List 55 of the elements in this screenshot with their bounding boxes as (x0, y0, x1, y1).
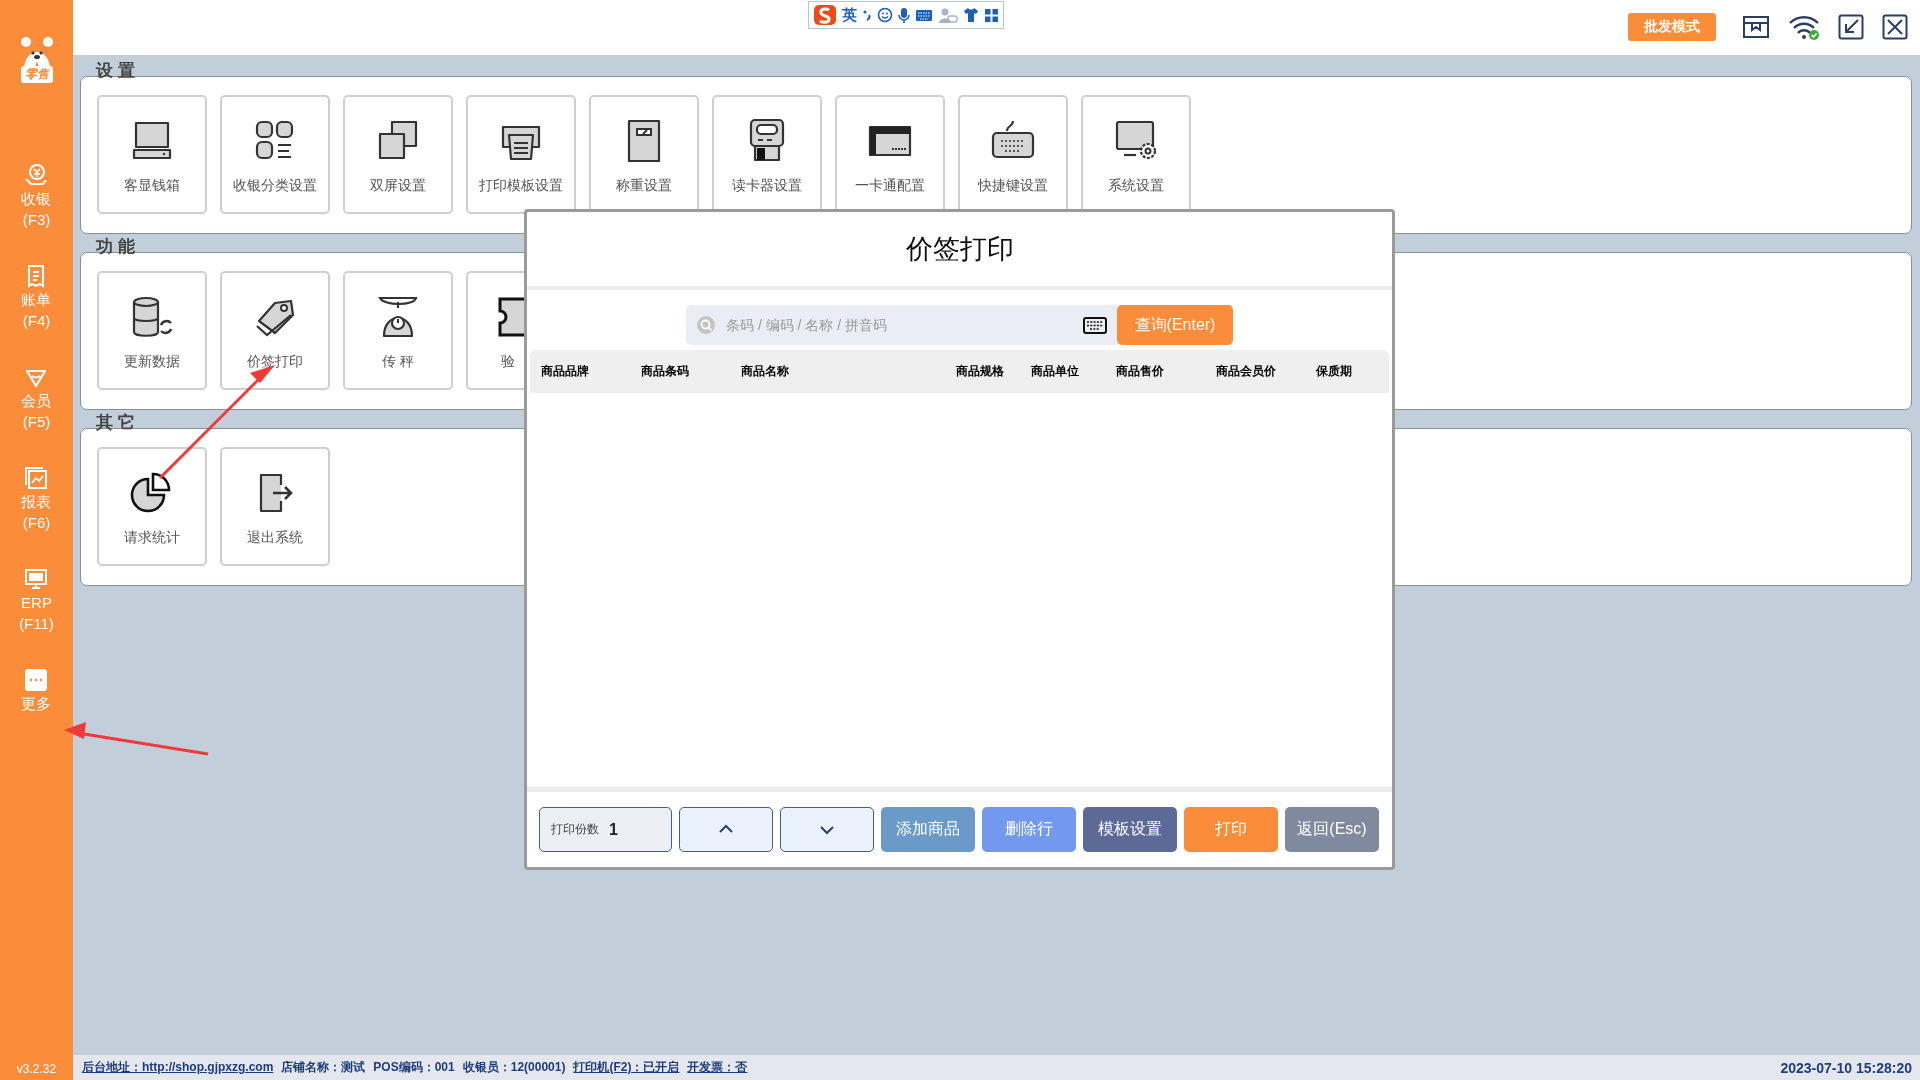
function-tile[interactable]: 收银分类设置 (220, 95, 330, 214)
report-icon (24, 466, 49, 490)
function-tile[interactable]: 价签打印 (220, 271, 330, 390)
cashier-icon (24, 163, 49, 187)
column-header: 商品会员价 (1216, 363, 1276, 380)
datetime-text: 2023-07-10 15:28:20 (1780, 1059, 1912, 1076)
column-header: 商品条码 (641, 363, 689, 380)
function-tile[interactable]: 更新数据 (97, 271, 207, 390)
dialog-title: 价签打印 (527, 212, 1392, 290)
column-header: 保质期 (1316, 363, 1352, 380)
column-header: 商品品牌 (541, 363, 589, 380)
function-tile[interactable]: 双屏设置 (343, 95, 453, 214)
logo-label: 零售 (20, 66, 53, 83)
function-tile[interactable]: 请求统计 (97, 447, 207, 566)
shirt-icon[interactable] (963, 7, 979, 23)
status-text: POS编码：001 (373, 1059, 455, 1076)
ime-language-toggle[interactable]: 英 (842, 5, 857, 25)
template-button[interactable]: 模板设置 (1083, 807, 1177, 852)
column-header: 商品名称 (741, 363, 789, 380)
emoji-icon[interactable] (877, 7, 893, 23)
keyboard-icon[interactable] (1083, 316, 1107, 334)
search-input[interactable]: 条码 / 编码 / 名称 / 拼音码 (724, 316, 1075, 334)
monitor-icon (24, 567, 49, 591)
function-tile[interactable]: 打印模板设置 (466, 95, 576, 214)
search-field[interactable]: 条码 / 编码 / 名称 / 拼音码 (686, 305, 1117, 345)
increase-button[interactable] (679, 807, 773, 852)
function-tile[interactable]: 传 秤 (343, 271, 453, 390)
tile-label: 验 (501, 353, 515, 371)
function-tile[interactable]: 退出系统 (220, 447, 330, 566)
grid-icon[interactable] (984, 7, 999, 23)
keyboard-icon[interactable] (915, 8, 933, 22)
column-header: 商品单位 (1031, 363, 1079, 380)
status-link[interactable]: 后台地址：http://shop.gjpxzg.com (82, 1059, 274, 1076)
microphone-icon[interactable] (898, 6, 910, 24)
section-title: 其 它 (96, 413, 135, 433)
more-icon (24, 668, 49, 692)
status-link[interactable]: 打印机(F2)：已开启 (573, 1059, 680, 1076)
status-text: 收银员：12(00001) (462, 1059, 566, 1076)
wifi-icon[interactable] (1788, 13, 1820, 40)
column-header: 商品售价 (1116, 363, 1164, 380)
status-text: 店铺名称：测试 (281, 1059, 366, 1076)
copies-field[interactable]: 打印份数 1 (539, 807, 672, 852)
version-label: v3.2.32 (16, 1062, 57, 1076)
minimize-window-icon[interactable] (1838, 13, 1864, 40)
function-tile[interactable]: 客显钱箱 (97, 95, 207, 214)
ime-logo-icon[interactable] (813, 4, 837, 26)
decrease-button[interactable] (780, 807, 874, 852)
section-title: 设 置 (96, 61, 135, 81)
section-title: 功 能 (96, 237, 135, 257)
cash-drawer-icon[interactable] (1742, 13, 1770, 40)
status-link[interactable]: 开发票：否 (687, 1059, 748, 1076)
close-icon[interactable] (1882, 13, 1908, 40)
column-header: 商品规格 (956, 363, 1004, 380)
function-tile[interactable]: 验 (466, 271, 524, 390)
search-icon (696, 315, 716, 335)
